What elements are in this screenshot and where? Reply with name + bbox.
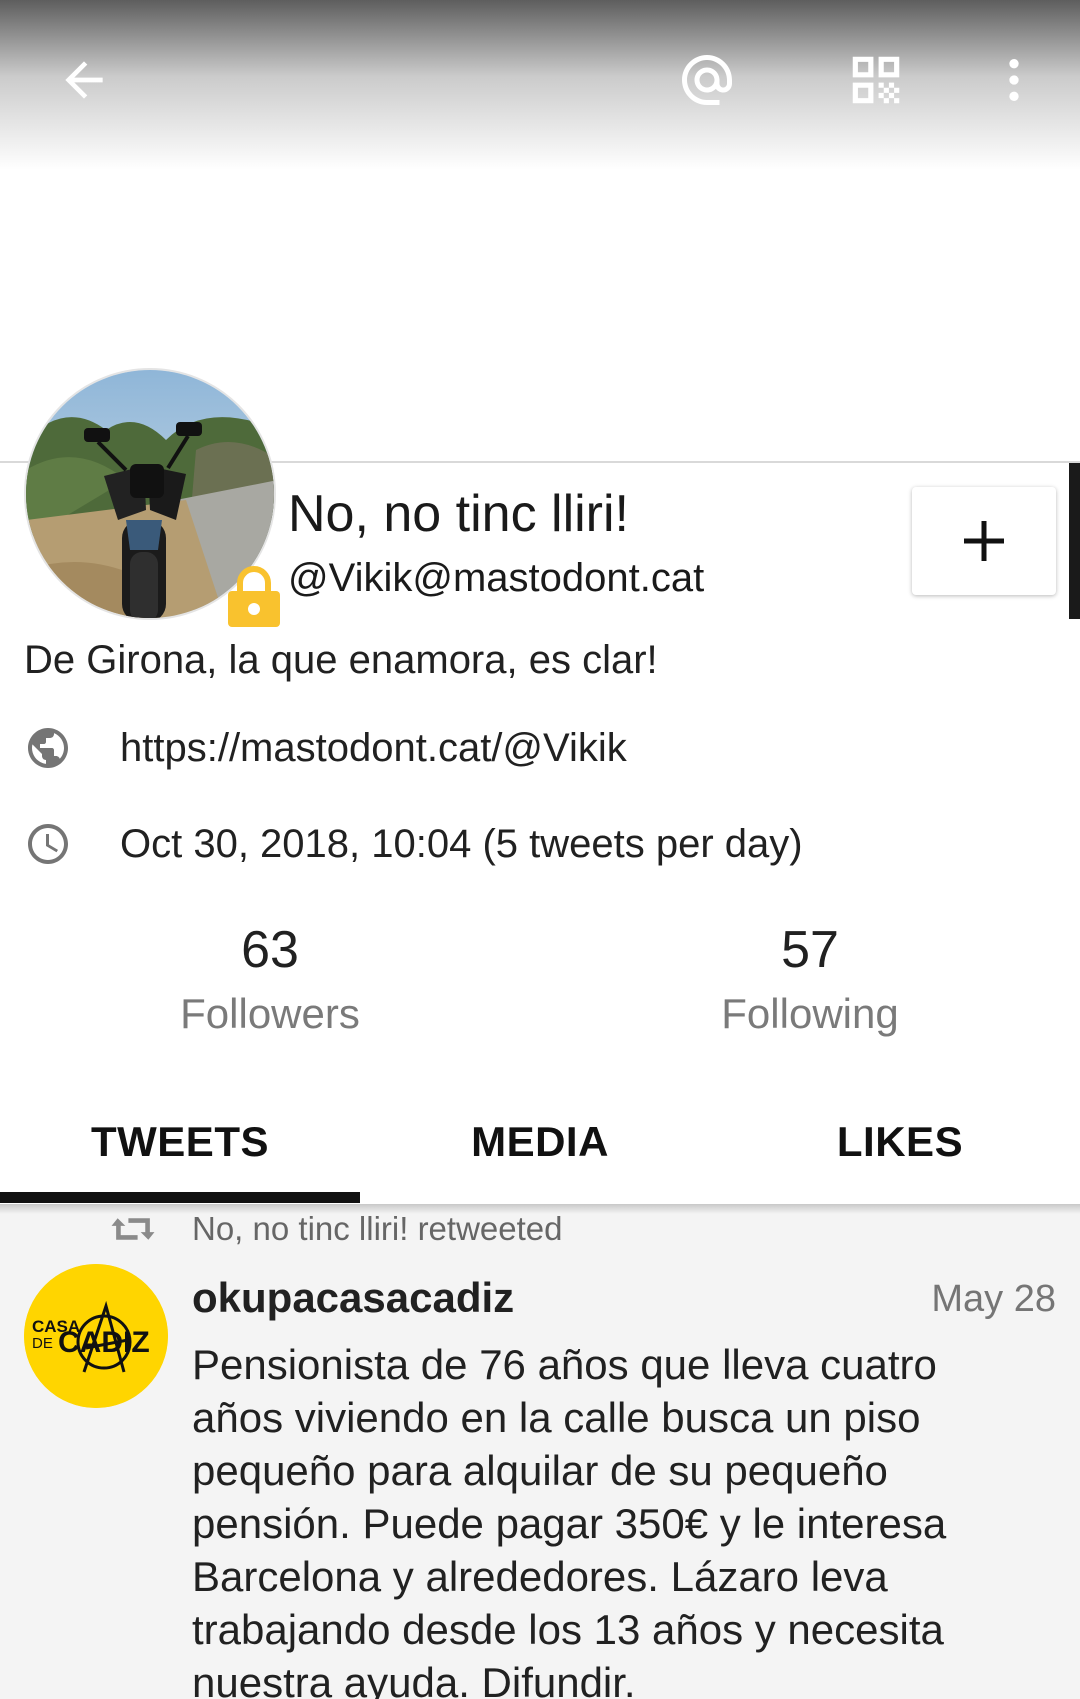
followers-stat[interactable]: 63 Followers [120,920,420,1038]
arrow-back-icon [65,61,103,99]
tab-likes[interactable]: LIKES [720,1080,1080,1204]
toot-content: Pensionista de 76 años que lleva cuatro … [192,1341,947,1699]
account-handle: @Vikik@mastodont.cat [288,556,705,600]
plus-icon [964,521,1004,561]
timeline[interactable]: No, no tinc lliri! retweeted CASA DE CAD… [0,1204,1080,1699]
retweet-label: No, no tinc lliri! retweeted [192,1210,563,1247]
qr-code-icon [852,56,900,104]
tab-tweets[interactable]: TWEETS [0,1080,360,1204]
clock-icon [28,824,68,864]
svg-text:CADIZ: CADIZ [58,1326,150,1359]
followers-count: 63 [241,921,299,979]
at-sign-icon [682,55,732,105]
profile-tabs: TWEETS MEDIA LIKES [0,1080,1080,1204]
profile-joined-row: Oct 30, 2018, 10:04 (5 tweets per day) [24,820,803,868]
retweet-header: No, no tinc lliri! retweeted [110,1210,563,1248]
top-toolbar [0,0,1080,170]
profile-url-link[interactable]: https://mastodont.cat/@Vikik [120,726,627,771]
follow-button[interactable] [912,487,1056,595]
svg-text:DE: DE [32,1335,53,1352]
more-options-button[interactable] [974,40,1054,120]
tab-media[interactable]: MEDIA [360,1080,720,1204]
scrollbar[interactable] [1069,463,1080,619]
profile-joined-date: Oct 30, 2018, 10:04 (5 tweets per day) [120,821,803,866]
profile-website-row: https://mastodont.cat/@Vikik [24,724,627,772]
retweet-icon [111,1218,155,1240]
back-button[interactable] [44,40,124,120]
qr-code-button[interactable] [836,40,916,120]
toot-timestamp: May 28 [931,1278,1056,1320]
globe-icon [28,728,68,768]
casa-de-cadiz-logo: CASA DE CADIZ [24,1264,168,1408]
active-tab-indicator [0,1192,360,1203]
more-vert-icon [1009,59,1019,101]
followers-label: Followers [180,990,360,1037]
display-name: No, no tinc lliri! [288,485,629,543]
following-stat[interactable]: 57 Following [660,920,960,1038]
lock-icon [228,566,280,627]
toot-author-avatar[interactable]: CASA DE CADIZ [24,1264,168,1408]
following-label: Following [721,990,899,1037]
toot-author-name[interactable]: okupacasacadiz [192,1274,514,1322]
following-count: 57 [781,921,839,979]
mention-button[interactable] [667,40,747,120]
profile-bio: De Girona, la que enamora, es clar! [24,638,658,682]
